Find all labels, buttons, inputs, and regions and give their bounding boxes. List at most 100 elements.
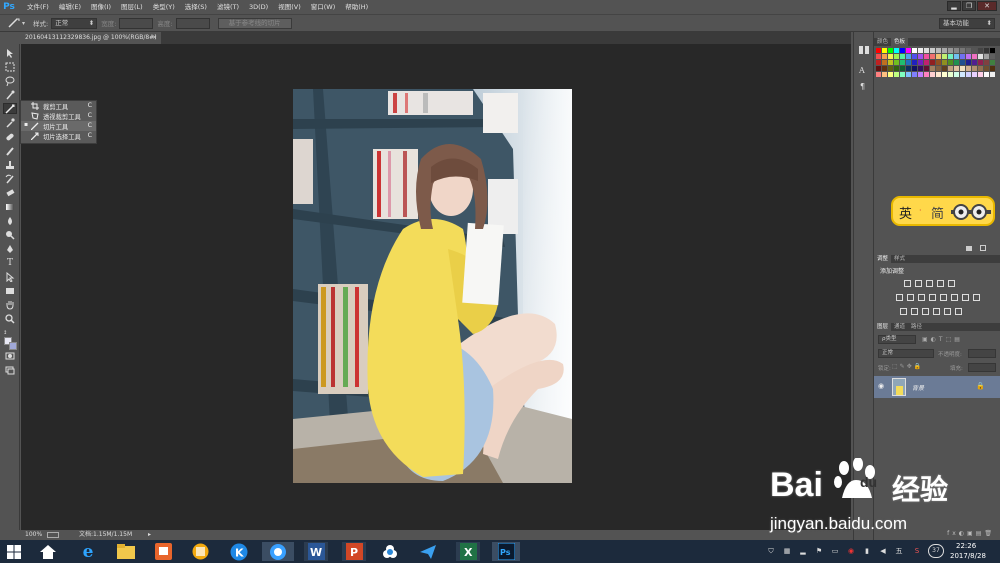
- background-color-swatch[interactable]: [9, 342, 17, 350]
- slice-tool-item[interactable]: ▪ 切片工具 C: [21, 121, 96, 131]
- menu-help[interactable]: 帮助(H): [340, 0, 373, 14]
- color-swatch[interactable]: [966, 60, 971, 65]
- color-swatch[interactable]: [888, 66, 893, 71]
- color-swatch[interactable]: [990, 72, 995, 77]
- color-swatch[interactable]: [954, 60, 959, 65]
- color-swatch[interactable]: [930, 66, 935, 71]
- color-swatch[interactable]: [894, 72, 899, 77]
- tab-adjustments[interactable]: 调整: [874, 255, 892, 263]
- adjustment-icon[interactable]: [973, 294, 980, 301]
- zoom-level[interactable]: 100%: [25, 530, 42, 540]
- color-swatch[interactable]: [978, 48, 983, 53]
- color-swatch[interactable]: [882, 72, 887, 77]
- document-tab[interactable]: 20160413112329836.jpg @ 100%(RGB/8#) ×: [21, 32, 161, 44]
- gradient-tool-icon[interactable]: [3, 201, 17, 212]
- display-icon[interactable]: ▭: [830, 546, 840, 556]
- color-swatch[interactable]: [876, 48, 881, 53]
- width-input[interactable]: [119, 17, 154, 29]
- powerpoint-icon[interactable]: P: [342, 542, 366, 561]
- tab-layers[interactable]: 图层: [874, 323, 892, 331]
- eyedropper-tool-icon[interactable]: [3, 117, 17, 128]
- color-swatch[interactable]: [954, 48, 959, 53]
- color-swatch[interactable]: [984, 72, 989, 77]
- home-icon[interactable]: [38, 542, 58, 561]
- color-swatch[interactable]: [906, 60, 911, 65]
- color-swatch[interactable]: [990, 48, 995, 53]
- network-icon[interactable]: ▂: [798, 546, 808, 556]
- color-swatch[interactable]: [906, 66, 911, 71]
- menu-file[interactable]: 文件(F): [22, 0, 54, 14]
- menu-select[interactable]: 选择(S): [180, 0, 212, 14]
- color-swatch[interactable]: [894, 54, 899, 59]
- color-swatch[interactable]: [948, 54, 953, 59]
- perspective-crop-tool-item[interactable]: 透视裁剪工具 C: [21, 111, 96, 121]
- status-menu-arrow-icon[interactable]: ▸: [148, 530, 151, 540]
- color-swatch[interactable]: [942, 48, 947, 53]
- blend-mode-select[interactable]: 正常: [878, 349, 934, 358]
- battery-icon[interactable]: ▮: [862, 546, 872, 556]
- color-swatch[interactable]: [990, 66, 995, 71]
- clone-stamp-tool-icon[interactable]: [3, 159, 17, 170]
- security-icon[interactable]: ◉: [846, 546, 856, 556]
- adjustment-icon[interactable]: [922, 308, 929, 315]
- slice-tool-icon[interactable]: [8, 18, 20, 28]
- color-swatch[interactable]: [918, 48, 923, 53]
- adjustment-icon[interactable]: [904, 280, 911, 287]
- menu-filter[interactable]: 滤镜(T): [212, 0, 244, 14]
- paragraph-panel-icon[interactable]: ¶: [860, 82, 865, 91]
- path-selection-tool-icon[interactable]: [3, 271, 17, 282]
- tab-paths[interactable]: 路径: [908, 323, 925, 331]
- color-swatch[interactable]: [936, 72, 941, 77]
- adjustment-icon[interactable]: [948, 280, 955, 287]
- adjustment-icon[interactable]: [907, 294, 914, 301]
- tab-color[interactable]: 颜色: [874, 38, 891, 46]
- layer-name[interactable]: 背景: [912, 383, 924, 392]
- cloud-sync-icon[interactable]: [380, 542, 400, 561]
- file-explorer-icon[interactable]: [116, 542, 136, 561]
- type-tool-icon[interactable]: T: [3, 257, 17, 268]
- color-swatch[interactable]: [984, 54, 989, 59]
- layer-footer-icons[interactable]: fx◐▣▤🗑: [935, 530, 995, 538]
- tab-styles[interactable]: 样式: [891, 255, 908, 263]
- bird-app-icon[interactable]: [418, 542, 438, 561]
- color-swatch[interactable]: [924, 60, 929, 65]
- color-swatch[interactable]: [894, 66, 899, 71]
- pen-tool-icon[interactable]: [3, 243, 17, 254]
- color-swatch[interactable]: [912, 48, 917, 53]
- color-swatch[interactable]: [894, 60, 899, 65]
- lasso-tool-icon[interactable]: [3, 75, 17, 86]
- color-swatch[interactable]: [966, 66, 971, 71]
- eraser-tool-icon[interactable]: [3, 187, 17, 198]
- internet-explorer-icon[interactable]: e: [78, 542, 98, 562]
- color-swatch[interactable]: [882, 66, 887, 71]
- ime-mode[interactable]: 简: [931, 203, 944, 222]
- sogou-icon[interactable]: S: [912, 546, 922, 556]
- color-swatch[interactable]: [888, 54, 893, 59]
- layer-filter-kind[interactable]: ρ类型: [878, 335, 916, 344]
- clock-time[interactable]: 22:26: [956, 542, 976, 550]
- tray-app-icon[interactable]: ▦: [782, 546, 792, 556]
- tab-swatches[interactable]: 色板: [891, 38, 909, 46]
- color-swatch[interactable]: [888, 48, 893, 53]
- color-swatch[interactable]: [978, 60, 983, 65]
- color-swatch[interactable]: [894, 48, 899, 53]
- color-swatch[interactable]: [906, 54, 911, 59]
- color-swatch[interactable]: [918, 60, 923, 65]
- adjustment-icon[interactable]: [962, 294, 969, 301]
- color-swatch[interactable]: [924, 66, 929, 71]
- delete-swatch-icon[interactable]: [980, 245, 986, 251]
- color-swatch[interactable]: [888, 60, 893, 65]
- menu-type[interactable]: 类型(Y): [148, 0, 180, 14]
- color-swatch[interactable]: [918, 54, 923, 59]
- menu-edit[interactable]: 编辑(E): [54, 0, 86, 14]
- swap-colors-icon[interactable]: ↕: [3, 330, 10, 337]
- fill-input[interactable]: [968, 363, 996, 372]
- color-swatch[interactable]: [978, 54, 983, 59]
- color-swatch[interactable]: [882, 48, 887, 53]
- color-swatch[interactable]: [948, 60, 953, 65]
- color-swatch[interactable]: [954, 72, 959, 77]
- history-icon[interactable]: [858, 45, 870, 55]
- dodge-tool-icon[interactable]: [3, 229, 17, 240]
- adjustment-icon[interactable]: [929, 294, 936, 301]
- close-button[interactable]: ✕: [977, 1, 997, 11]
